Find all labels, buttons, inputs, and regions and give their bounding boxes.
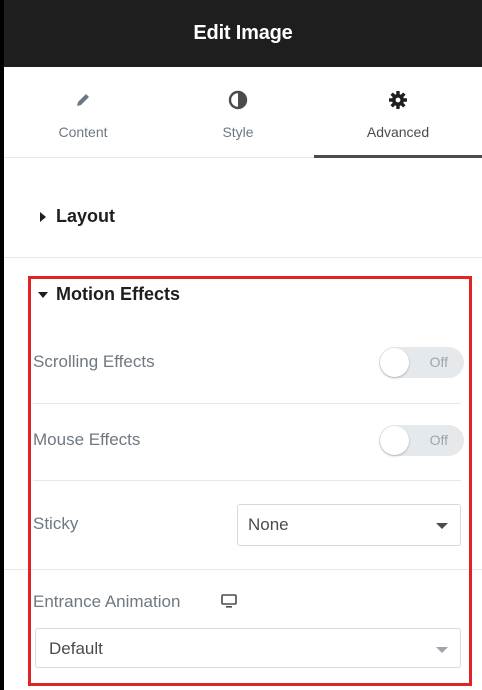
caret-right-icon [36,210,50,224]
scrolling-effects-label: Scrolling Effects [33,352,155,371]
tab-style[interactable]: Style [162,67,314,158]
scrolling-effects-control: Scrolling Effects Off [33,346,464,378]
entrance-animation-header: Entrance Animation [33,590,461,614]
section-motion-effects-toggle[interactable]: Motion Effects [36,284,180,305]
mouse-effects-toggle[interactable]: Off [379,425,464,456]
entrance-animation-select-value: Default [49,639,103,658]
desktop-icon[interactable] [221,593,237,609]
sticky-label: Sticky [33,514,79,533]
divider [33,403,461,404]
section-motion-effects-title: Motion Effects [56,284,180,304]
tab-advanced-label: Advanced [366,124,430,140]
divider [4,569,482,570]
panel-header: Edit Image [4,0,482,67]
mouse-effects-control: Mouse Effects Off [33,424,464,456]
tab-style-label: Style [222,124,254,140]
sticky-select-value: None [248,515,289,534]
section-layout: Layout [4,158,482,258]
pencil-icon [72,89,94,111]
toggle-knob [380,348,409,377]
half-circle-icon [227,89,249,111]
sticky-control: Sticky None [33,504,461,546]
mouse-effects-toggle-text: Off [429,432,448,448]
chevron-down-icon [436,523,448,529]
divider [33,480,461,481]
gear-icon [387,89,409,111]
mouse-effects-label: Mouse Effects [33,430,141,449]
tab-advanced[interactable]: Advanced [314,67,482,158]
caret-down-icon [36,288,50,302]
scrolling-effects-toggle[interactable]: Off [379,347,464,378]
toggle-knob [380,426,409,455]
section-layout-toggle[interactable]: Layout [36,206,115,227]
entrance-animation-select[interactable]: Default [35,628,461,668]
chevron-down-icon [436,647,448,653]
section-motion-effects: Motion Effects Scrolling Effects Off Mou… [4,258,482,690]
tab-content[interactable]: Content [4,67,162,158]
panel-tabs: Content Style Advanced [4,67,482,158]
scrolling-effects-toggle-text: Off [429,354,448,370]
panel-title: Edit Image [193,22,293,44]
section-layout-title: Layout [56,206,116,226]
tab-content-label: Content [58,124,108,140]
sticky-select[interactable]: None [237,504,461,546]
entrance-animation-label: Entrance Animation [33,592,181,611]
highlight-box [28,276,472,686]
editor-panel: Edit Image Content Style Advanced Layout… [4,0,482,690]
